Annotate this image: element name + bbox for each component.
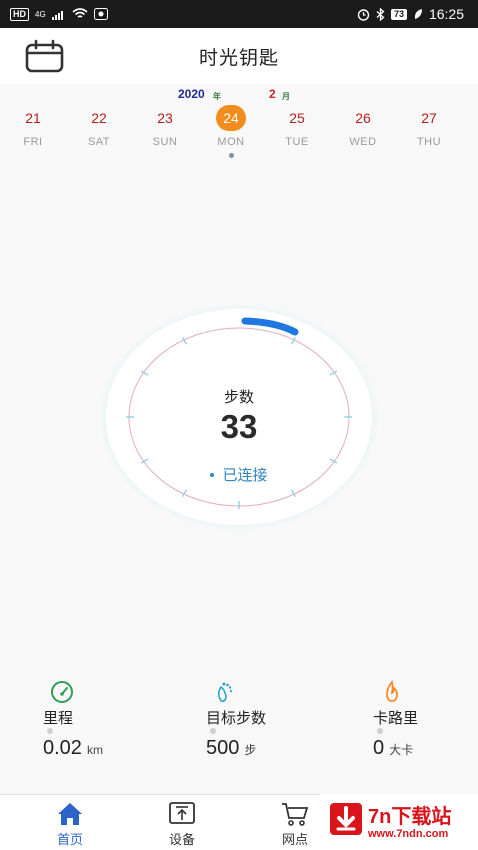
date-strip: 21 FRI 22 SAT 23 SUN 24 MON 25 TUE 26 WE… [0,105,478,165]
day-item[interactable]: 22 SAT [66,105,132,148]
stat-value: 0 大卡 [373,737,413,760]
stat-number: 0 [373,737,385,759]
connection-status: 已连接 [98,464,380,485]
wifi-icon [72,8,88,18]
status-dot [210,473,215,478]
day-weekday: SUN [152,136,178,148]
year-unit: 年 [213,92,221,101]
stat-value: 500 步 [206,737,256,760]
month-value: 2 [269,87,276,101]
stat-unit: km [86,743,103,757]
month-unit: 月 [282,92,290,101]
day-weekday: FRI [23,136,43,148]
stat-value: 0.02 km [43,737,103,760]
day-item[interactable]: 21 FRI [0,105,66,148]
year-value: 2020 [178,87,205,101]
stat-title: 卡路里 [373,710,419,727]
day-item[interactable]: 27 THU [396,105,462,148]
stat-title: 里程 [43,710,74,727]
watermark-name: 7n下载站 [368,806,452,828]
selected-day-dot [228,153,234,158]
leaf-icon [414,9,422,19]
day-weekday: WED [349,136,377,148]
day-number: 23 [157,110,173,126]
battery-level: 73 [390,8,407,20]
footprint-icon [217,682,233,703]
stats-panel: 里程 0.02 km 目标步数 500 步 卡路里 0 大卡 [0,676,478,776]
day-number: 21 [25,110,41,126]
day-number: 27 [421,110,437,126]
cart-icon [282,803,309,826]
day-item-selected[interactable]: 24 MON [198,105,264,158]
watermark: 7n下载站 www.7ndn.com [320,794,478,850]
nav-label: 首页 [56,832,83,847]
stat-dot [377,728,383,734]
gallery-icon [93,8,108,20]
step-ring: 步数 33 已连接 [98,302,380,532]
home-icon [58,803,82,825]
app-header: 时光钥匙 [0,28,478,84]
status-right: 73 16:25 [357,6,464,22]
device-upload-icon [169,802,195,824]
day-item[interactable]: 23 SUN [132,105,198,148]
stat-title: 目标步数 [206,710,267,727]
stat-unit: 步 [244,743,257,757]
day-number: 26 [355,110,371,126]
day-number: 22 [91,110,107,126]
status-text: 已连接 [222,467,268,484]
flame-icon [386,680,398,702]
day-number: 25 [289,110,305,126]
status-bar: HD 4G 73 16:25 [0,0,478,28]
month-indicator: 2020 年 2 月 [0,85,478,103]
alarm-icon [357,8,370,21]
stat-unit: 大卡 [389,743,414,757]
network-type: 4G [35,9,46,19]
status-left: HD 4G [10,7,108,21]
stat-dot [47,728,53,734]
day-weekday: TUE [285,136,309,148]
stat-number: 500 [206,737,240,759]
download-arrow-icon [330,803,362,835]
clock: 16:25 [428,6,464,22]
steps-label: 步数 [223,389,254,406]
day-item[interactable]: 25 TUE [264,105,330,148]
watermark-url: www.7ndn.com [368,828,449,840]
signal-icon [51,10,63,20]
nav-device[interactable]: 设备 [142,795,222,850]
nav-home[interactable]: 首页 [30,795,110,850]
day-weekday: THU [416,136,442,148]
day-number: 24 [216,105,246,131]
nav-label: 设备 [168,832,195,847]
day-item[interactable]: 26 WED [330,105,396,148]
speedometer-icon [51,681,73,703]
steps-count: 33 [220,408,258,445]
page-title: 时光钥匙 [198,47,279,69]
day-weekday: SAT [87,136,111,148]
calendar-icon [25,39,64,73]
day-weekday: MON [217,136,245,148]
bluetooth-icon [376,7,385,21]
stat-dot [210,728,216,734]
hd-badge: HD [10,7,29,21]
stat-number: 0.02 [43,737,82,759]
calendar-button[interactable] [25,39,65,73]
